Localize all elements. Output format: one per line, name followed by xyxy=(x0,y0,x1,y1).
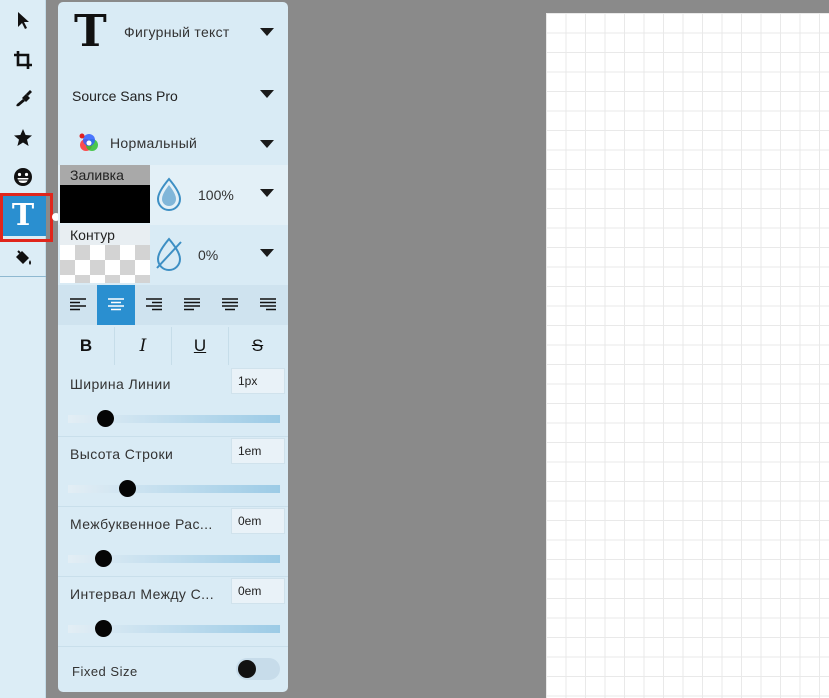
text-icon: T xyxy=(11,198,35,233)
chevron-down-icon xyxy=(260,90,274,98)
underline-button[interactable]: U xyxy=(172,327,229,365)
line-width-input[interactable]: 1px xyxy=(231,368,285,394)
chevron-down-icon[interactable] xyxy=(260,249,274,257)
align-right-icon xyxy=(146,298,162,311)
fill-row: Заливка 100% xyxy=(58,165,288,225)
divider xyxy=(58,436,288,437)
align-center-icon xyxy=(108,298,124,311)
emoji-icon xyxy=(14,168,32,186)
text-style-icon: T xyxy=(74,6,107,57)
stroke-row: Контур 0% xyxy=(58,225,288,285)
crop-icon xyxy=(14,51,32,69)
justify-left-button[interactable] xyxy=(173,285,211,325)
letter-spacing-label: Межбуквенное Рас... xyxy=(70,516,213,532)
justify-right-icon xyxy=(260,298,276,311)
line-width-slider[interactable] xyxy=(68,410,280,427)
line-height-slider[interactable] xyxy=(68,480,280,497)
justify-left-icon xyxy=(184,298,200,311)
color-wheel-icon xyxy=(79,133,98,151)
style-select-value: Фигурный текст xyxy=(124,24,230,40)
text-properties-panel: T Фигурный текст Source Sans Pro Нормаль… xyxy=(58,2,288,692)
fill-tool[interactable] xyxy=(0,238,46,278)
letter-spacing-slider[interactable] xyxy=(68,550,280,567)
crop-tool[interactable] xyxy=(0,40,46,80)
divider xyxy=(58,646,288,647)
chevron-down-icon xyxy=(260,28,274,36)
line-height-input[interactable]: 1em xyxy=(231,438,285,464)
brush-icon xyxy=(16,90,32,107)
word-spacing-label: Интервал Между С... xyxy=(70,586,214,602)
fill-opacity-value[interactable]: 100% xyxy=(198,187,234,203)
style-select[interactable]: T Фигурный текст xyxy=(58,2,288,62)
slider-track xyxy=(68,485,280,493)
italic-button[interactable]: I xyxy=(115,327,172,365)
align-right-button[interactable] xyxy=(135,285,173,325)
stroke-label: Контур xyxy=(60,225,150,245)
alignment-toolbar xyxy=(58,285,288,325)
sticker-tool[interactable] xyxy=(0,157,46,197)
justify-center-icon xyxy=(222,298,238,311)
slider-handle[interactable] xyxy=(119,480,136,497)
brush-tool[interactable] xyxy=(0,78,46,118)
slider-handle[interactable] xyxy=(95,550,112,567)
letter-spacing-input[interactable]: 0em xyxy=(231,508,285,534)
bold-button[interactable]: B xyxy=(58,327,115,365)
blend-select-value: Нормальный xyxy=(110,135,198,151)
fill-bucket-icon xyxy=(16,250,31,265)
align-center-button[interactable] xyxy=(97,285,135,325)
fill-color-swatch[interactable] xyxy=(60,185,150,223)
align-left-button[interactable] xyxy=(59,285,97,325)
word-spacing-slider[interactable] xyxy=(68,620,280,637)
fixed-size-toggle[interactable] xyxy=(236,658,280,680)
divider xyxy=(58,506,288,507)
opacity-drop-icon xyxy=(156,177,182,211)
star-icon xyxy=(14,129,32,146)
tool-sidebar: T xyxy=(0,0,46,698)
font-select[interactable]: Source Sans Pro xyxy=(58,68,288,118)
toggle-knob xyxy=(238,660,256,678)
slider-handle[interactable] xyxy=(95,620,112,637)
word-spacing-input[interactable]: 0em xyxy=(231,578,285,604)
select-tool[interactable] xyxy=(0,0,46,40)
stroke-color-swatch[interactable] xyxy=(60,245,150,283)
line-width-label: Ширина Линии xyxy=(70,376,171,392)
shapes-tool[interactable] xyxy=(0,118,46,158)
slider-handle[interactable] xyxy=(97,410,114,427)
chevron-down-icon xyxy=(260,140,274,148)
fixed-size-label: Fixed Size xyxy=(72,664,138,679)
chevron-down-icon[interactable] xyxy=(260,189,274,197)
divider xyxy=(58,576,288,577)
text-tool[interactable]: T xyxy=(0,196,46,236)
strikethrough-button[interactable]: S xyxy=(229,327,286,365)
justify-center-button[interactable] xyxy=(211,285,249,325)
line-height-label: Высота Строки xyxy=(70,446,174,462)
select-arrow-icon xyxy=(18,12,29,29)
toolbar-divider xyxy=(0,276,46,277)
design-canvas[interactable] xyxy=(546,13,829,698)
stroke-opacity-value[interactable]: 0% xyxy=(198,247,218,263)
no-opacity-drop-icon xyxy=(156,237,182,271)
blend-mode-select[interactable]: Нормальный xyxy=(58,118,288,164)
format-toolbar: B I U S xyxy=(58,327,288,367)
align-left-icon xyxy=(70,298,86,311)
fill-label: Заливка xyxy=(60,165,150,185)
justify-right-button[interactable] xyxy=(249,285,287,325)
font-select-value: Source Sans Pro xyxy=(72,88,178,104)
